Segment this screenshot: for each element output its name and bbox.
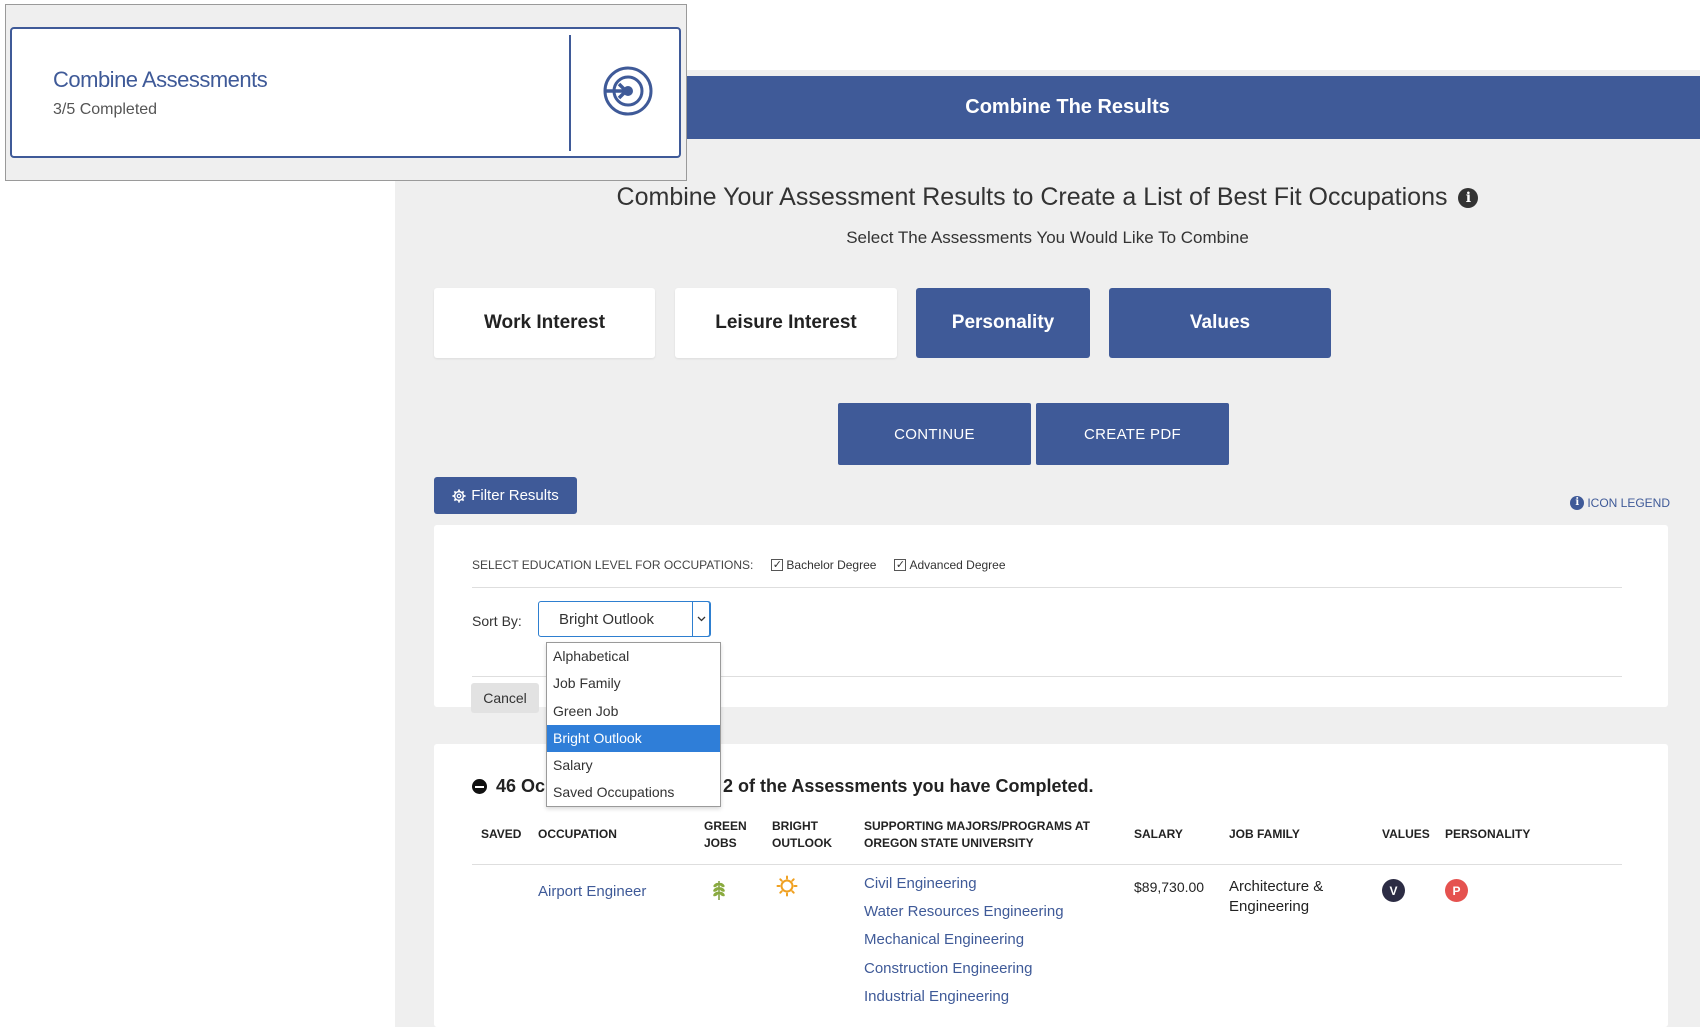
sort-by-label: Sort By: — [472, 613, 522, 629]
page-subtitle: Select The Assessments You Would Like To… — [846, 228, 1249, 247]
majors-list: Civil Engineering Water Resources Engine… — [864, 870, 1064, 1011]
combine-assessments-title: Combine Assessments — [53, 67, 268, 92]
sort-by-select[interactable]: Bright Outlook — [538, 601, 711, 637]
divider — [472, 587, 1622, 588]
personality-button[interactable]: Personality — [916, 288, 1090, 358]
page-title: Combine Your Assessment Results to Creat… — [395, 183, 1700, 212]
work-interest-button[interactable]: Work Interest — [434, 288, 655, 358]
leisure-interest-button[interactable]: Leisure Interest — [675, 288, 897, 358]
chevron-down-icon[interactable] — [692, 601, 710, 637]
target-arrow-icon[interactable] — [601, 64, 655, 118]
leaf-icon — [713, 881, 725, 900]
column-header-job-family: JOB FAMILY — [1229, 827, 1300, 841]
results-heading-start: 46 Oc — [496, 776, 546, 796]
column-header-green-jobs: GREEN JOBS — [704, 819, 747, 850]
education-label: SELECT EDUCATION LEVEL FOR OCCUPATIONS: — [472, 558, 754, 572]
sort-option-salary[interactable]: Salary — [547, 752, 720, 779]
major-link[interactable]: Construction Engineering — [864, 955, 1064, 983]
sun-icon — [776, 875, 798, 897]
personality-badge: P — [1445, 879, 1468, 902]
sort-option-saved-occupations[interactable]: Saved Occupations — [547, 779, 720, 806]
collapse-icon[interactable] — [472, 779, 487, 794]
combine-assessments-card[interactable]: Combine Assessments 3/5 Completed — [10, 27, 681, 158]
column-header-personality: PERSONALITY — [1445, 827, 1531, 841]
salary-value: $89,730.00 — [1134, 879, 1205, 895]
divider — [569, 35, 571, 151]
results-heading-end: n 2 of the Assessments you have Complete… — [707, 776, 1094, 796]
major-link[interactable]: Water Resources Engineering — [864, 898, 1064, 926]
icon-legend-link[interactable]: i ICON LEGEND — [1570, 496, 1670, 510]
divider — [472, 864, 1622, 865]
filter-results-button[interactable]: Filter Results — [434, 477, 577, 514]
combine-assessments-callout: Combine Assessments 3/5 Completed — [5, 4, 687, 181]
education-level-row: SELECT EDUCATION LEVEL FOR OCCUPATIONS: … — [472, 558, 1006, 572]
sort-selected-value: Bright Outlook — [559, 610, 655, 628]
main-panel: Combine The Results Combine Your Assessm… — [395, 70, 1700, 1027]
job-family-value: Architecture & Engineering — [1229, 878, 1324, 915]
major-link[interactable]: Industrial Engineering — [864, 983, 1064, 1011]
icon-legend-label: ICON LEGEND — [1587, 496, 1670, 510]
sort-option-green-job[interactable]: Green Job — [547, 698, 720, 725]
column-header-bright-outlook: BRIGHT OUTLOOK — [772, 819, 832, 850]
page: Combine The Results Combine Your Assessm… — [0, 0, 1700, 1027]
create-pdf-button[interactable]: CREATE PDF — [1036, 403, 1229, 465]
sort-option-bright-outlook[interactable]: Bright Outlook — [547, 724, 720, 753]
occupation-link[interactable]: Airport Engineer — [538, 881, 646, 902]
checkbox-checked-icon: ✓ — [894, 559, 907, 571]
continue-button[interactable]: CONTINUE — [838, 403, 1031, 465]
column-header-salary: SALARY — [1134, 827, 1183, 841]
cancel-button[interactable]: Cancel — [471, 683, 539, 713]
sort-by-dropdown: Alphabetical Job Family Green Job Bright… — [546, 642, 721, 807]
values-badge: V — [1382, 879, 1405, 902]
column-header-values: VALUES — [1382, 827, 1430, 841]
major-link[interactable]: Mechanical Engineering — [864, 926, 1064, 954]
column-header-saved: SAVED — [481, 827, 522, 841]
info-icon[interactable]: i — [1458, 188, 1479, 208]
bachelor-degree-checkbox[interactable]: ✓ Bachelor Degree — [771, 558, 876, 572]
column-header-majors: SUPPORTING MAJORS/PROGRAMS AT OREGON STA… — [864, 819, 1091, 850]
advanced-degree-checkbox[interactable]: ✓ Advanced Degree — [894, 558, 1006, 572]
sort-option-alphabetical[interactable]: Alphabetical — [547, 643, 720, 670]
sort-option-job-family[interactable]: Job Family — [547, 670, 720, 697]
assessments-progress: 3/5 Completed — [53, 101, 158, 118]
values-button[interactable]: Values — [1109, 288, 1331, 358]
gear-icon — [452, 488, 466, 503]
header-title: Combine The Results — [965, 96, 1170, 118]
filter-results-label: Filter Results — [471, 487, 559, 504]
info-icon: i — [1570, 496, 1585, 510]
checkbox-checked-icon: ✓ — [771, 559, 784, 571]
column-header-occupation: OCCUPATION — [538, 827, 617, 841]
major-link[interactable]: Civil Engineering — [864, 870, 1064, 898]
